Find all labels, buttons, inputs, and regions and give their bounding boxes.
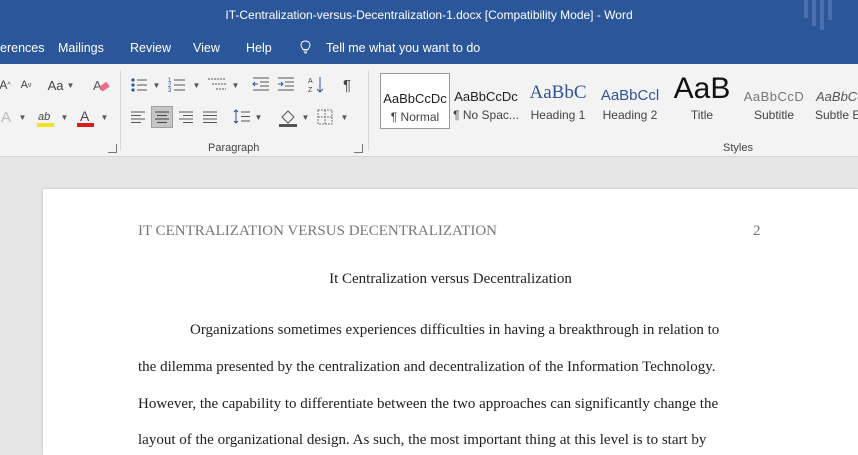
title-bar: IT-Centralization-versus-Decentralizatio… <box>0 0 858 32</box>
justify-icon[interactable] <box>202 110 218 124</box>
tab-view[interactable]: View <box>193 41 220 55</box>
style-normal[interactable]: AaBbCcDc ¶ Normal <box>380 73 450 129</box>
styles-gallery: AaBbCcDc ¶ Normal AaBbCcDc ¶ No Spac... … <box>376 64 858 140</box>
grow-font-icon[interactable]: A ^ <box>0 74 12 96</box>
style-heading-2-label: Heading 2 <box>602 108 658 122</box>
align-center-icon <box>155 111 169 123</box>
text-effects-icon[interactable]: A <box>0 106 14 128</box>
style-subtle-emphasis-label: Subtle E <box>815 108 858 122</box>
tell-me-search[interactable]: Tell me what you want to do <box>326 41 480 55</box>
body-text-line: However, the capability to differentiate… <box>138 396 719 412</box>
styles-group-label: Styles <box>723 142 753 154</box>
chevron-down-icon[interactable]: ▼ <box>58 106 69 128</box>
svg-text:A: A <box>93 78 102 93</box>
chevron-down-icon[interactable]: ▼ <box>338 106 349 128</box>
show-formatting-marks-icon[interactable]: ¶ <box>338 74 356 96</box>
style-no-spacing[interactable]: AaBbCcDc ¶ No Spac... <box>452 72 520 124</box>
chevron-down-icon[interactable]: ▼ <box>252 106 263 128</box>
style-subtitle[interactable]: AaBbCcD Subtitle <box>740 72 808 124</box>
style-normal-label: ¶ Normal <box>390 110 440 124</box>
change-case-label: Aa <box>47 77 64 93</box>
align-right-icon[interactable] <box>178 110 194 124</box>
style-no-spacing-label: ¶ No Spac... <box>453 108 519 122</box>
document-title: It Centralization versus Decentralizatio… <box>329 271 572 287</box>
change-case-button[interactable]: Aa ▼ <box>44 74 78 96</box>
document-page[interactable]: IT CENTRALIZATION VERSUS DECENTRALIZATIO… <box>43 189 858 455</box>
style-heading-1-preview: AaBbC <box>529 82 587 103</box>
style-heading-2-preview: AaBbCcl <box>600 87 660 104</box>
tab-references[interactable]: erences <box>0 41 44 55</box>
chevron-down-icon[interactable]: ▼ <box>16 106 27 128</box>
tab-help[interactable]: Help <box>246 41 272 55</box>
tab-mailings[interactable]: Mailings <box>58 41 104 55</box>
body-text-line: layout of the organizational design. As … <box>138 432 707 448</box>
paragraph-group-label: Paragraph <box>208 142 260 154</box>
style-title-label: Title <box>690 108 714 122</box>
style-title-preview: AaB <box>673 72 731 104</box>
ribbon-tabs: erences Mailings Review View Help Tell m… <box>0 32 858 64</box>
shrink-font-icon[interactable]: Av <box>18 74 34 96</box>
body-text-line: the dilemma presented by the centralizat… <box>138 359 716 375</box>
align-left-icon[interactable] <box>130 110 146 124</box>
lightbulb-icon[interactable] <box>300 40 311 54</box>
group-divider <box>368 70 369 150</box>
chevron-down-icon[interactable]: ▼ <box>150 74 161 96</box>
font-color-icon[interactable]: A <box>76 108 96 128</box>
tab-review[interactable]: Review <box>130 41 171 55</box>
decrease-indent-icon[interactable] <box>252 76 270 92</box>
chevron-down-icon: ▼ <box>66 80 75 90</box>
body-text-line: Organizations sometimes experiences diff… <box>190 322 720 338</box>
sort-icon[interactable]: A Z <box>308 75 326 95</box>
running-header: IT CENTRALIZATION VERSUS DECENTRALIZATIO… <box>138 223 498 239</box>
style-normal-preview: AaBbCcDc <box>383 91 447 106</box>
ribbon-panel: A ^ Av Aa ▼ A A ▼ ab ▼ A ▼ ▼ 1 2 3 ▼ ▼ A… <box>0 64 858 157</box>
shading-icon[interactable] <box>278 108 298 128</box>
style-subtle-emphasis-preview: AaBbCcl <box>816 89 858 104</box>
window-title: IT-Centralization-versus-Decentralizatio… <box>225 8 633 22</box>
chevron-down-icon[interactable]: ▼ <box>98 106 109 128</box>
chevron-down-icon[interactable]: ▼ <box>190 74 201 96</box>
style-subtitle-label: Subtitle <box>753 108 795 122</box>
highlighter-icon[interactable]: ab <box>36 108 56 128</box>
style-heading-1-label: Heading 1 <box>530 108 586 122</box>
page-number: 2 <box>753 223 761 239</box>
svg-text:3: 3 <box>168 88 172 93</box>
align-center-button[interactable] <box>151 106 173 128</box>
clear-formatting-icon[interactable]: A <box>92 76 110 94</box>
style-heading-2[interactable]: AaBbCcl Heading 2 <box>596 72 664 124</box>
style-no-spacing-preview: AaBbCcDc <box>454 89 518 104</box>
style-subtitle-preview: AaBbCcD <box>743 89 805 104</box>
chevron-down-icon[interactable]: ▼ <box>299 106 310 128</box>
multilevel-list-icon[interactable] <box>207 76 227 93</box>
increase-indent-icon[interactable] <box>277 76 295 92</box>
paragraph-dialog-launcher-icon[interactable] <box>354 144 363 153</box>
numbering-icon[interactable]: 1 2 3 <box>168 76 186 93</box>
svg-text:A: A <box>308 78 313 85</box>
font-dialog-launcher-icon[interactable] <box>108 144 117 153</box>
svg-text:A: A <box>80 108 90 124</box>
style-heading-1[interactable]: AaBbC Heading 1 <box>524 72 592 124</box>
group-divider <box>120 70 121 150</box>
svg-text:ab: ab <box>38 111 50 123</box>
style-subtle-emphasis[interactable]: AaBbCcl Subtle E <box>812 72 858 124</box>
svg-text:Z: Z <box>308 87 313 94</box>
style-title[interactable]: AaB Title <box>668 72 736 124</box>
chevron-down-icon[interactable]: ▼ <box>229 74 240 96</box>
bullets-icon[interactable] <box>130 77 148 93</box>
line-spacing-icon[interactable] <box>233 108 251 126</box>
borders-icon[interactable] <box>317 109 333 125</box>
decorative-bars-icon <box>804 0 832 30</box>
document-canvas: IT CENTRALIZATION VERSUS DECENTRALIZATIO… <box>0 157 858 455</box>
